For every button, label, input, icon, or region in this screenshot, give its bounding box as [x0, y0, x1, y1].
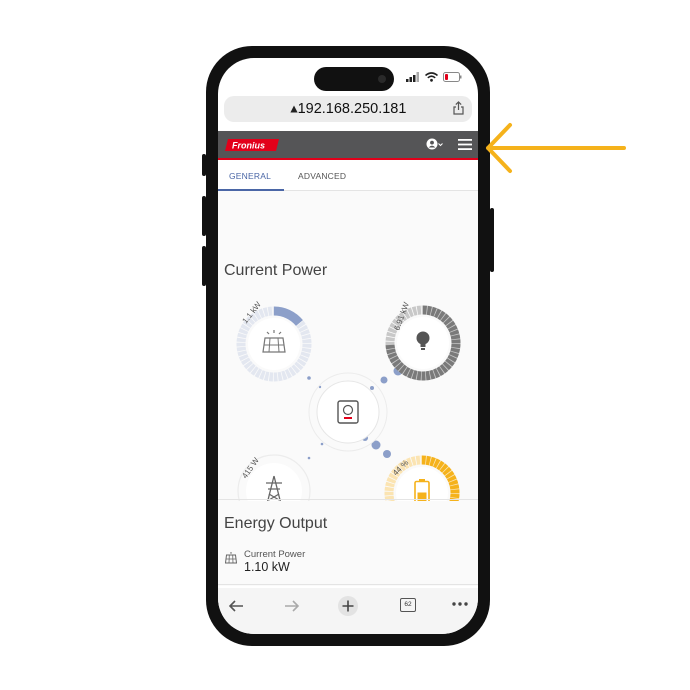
wifi-icon — [425, 72, 438, 82]
user-icon[interactable] — [426, 138, 444, 150]
signal-icon — [406, 72, 419, 82]
section-divider — [218, 584, 478, 585]
energy-item-label: Current Power — [244, 549, 306, 560]
battery-low-icon — [443, 72, 462, 82]
browser-toolbar: 62 — [218, 588, 478, 634]
share-icon[interactable] — [453, 101, 464, 115]
fronius-logo[interactable]: Fronius — [224, 138, 280, 152]
volume-down-button — [202, 246, 206, 286]
inverter-node[interactable] — [308, 372, 388, 452]
hamburger-menu-icon[interactable] — [458, 139, 472, 150]
warning-icon — [289, 105, 298, 113]
back-arrow-icon[interactable] — [228, 599, 244, 613]
address-bar[interactable]: 192.168.250.181 — [224, 96, 472, 122]
url-text: 192.168.250.181 — [297, 101, 407, 117]
status-bar — [218, 58, 478, 98]
main-content: Current Power 1.1 kW 6.91 kW 415 W 44 % … — [218, 191, 478, 586]
power-flow-diagram: 1.1 kW 6.91 kW 415 W 44 % — [236, 300, 461, 501]
new-tab-icon[interactable] — [338, 596, 358, 616]
power-button — [490, 208, 494, 272]
app-header: Fronius — [218, 131, 478, 160]
brand-text: Fronius — [232, 141, 265, 151]
inverter-icon — [337, 400, 359, 424]
tab-bar: GENERAL ADVANCED — [218, 160, 478, 191]
mute-switch — [202, 154, 206, 176]
screen: 192.168.250.181 Fronius GENERAL ADVANCED… — [218, 58, 478, 634]
energy-item-value: 1.10 kW — [244, 560, 290, 574]
flow-dots-grid-inverter — [307, 442, 324, 460]
tab-switcher-button[interactable]: 62 — [400, 598, 416, 612]
more-options-icon[interactable] — [452, 602, 468, 606]
arrow-left-icon — [486, 123, 626, 173]
energy-output-title: Energy Output — [224, 515, 328, 532]
tab-general[interactable]: GENERAL — [229, 171, 271, 181]
phone-frame: 192.168.250.181 Fronius GENERAL ADVANCED… — [202, 46, 494, 646]
tab-advanced[interactable]: ADVANCED — [298, 171, 346, 181]
dynamic-island — [314, 67, 394, 91]
solar-panel-icon — [225, 552, 237, 564]
section-divider — [218, 499, 478, 500]
forward-arrow-icon[interactable] — [284, 599, 300, 613]
volume-up-button — [202, 196, 206, 236]
